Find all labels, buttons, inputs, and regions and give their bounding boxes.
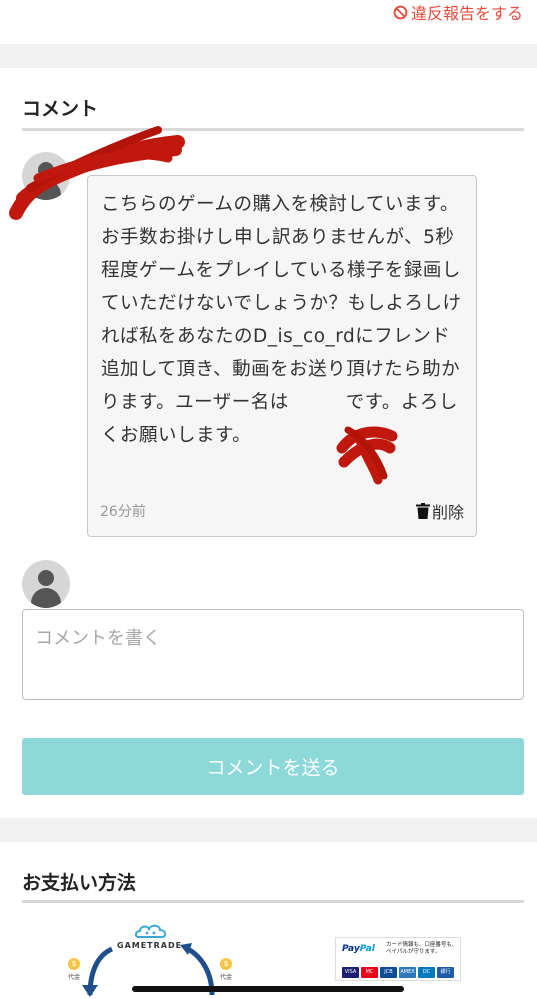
paypal-logo: PayPal <box>342 944 375 954</box>
avatar-head <box>38 570 54 586</box>
report-link-label: 違反報告をする <box>410 4 523 23</box>
report-bar: 違反報告をする <box>0 0 537 44</box>
delete-label: 削除 <box>431 503 464 522</box>
delete-comment-button[interactable]: 削除 <box>415 499 464 523</box>
coin-label: 代金 <box>220 974 233 981</box>
visa-card-icon: VISA <box>342 967 359 978</box>
paypal-brand-2: Pal <box>359 944 375 954</box>
coin-icon: $ <box>68 958 80 970</box>
redaction-scribble-username-inline <box>336 426 398 485</box>
section-gap <box>0 44 537 68</box>
redaction-scribble-username <box>9 126 185 220</box>
jcb-card-icon: JCB <box>380 967 397 978</box>
comment-bubble: こちらのゲームの購入を検討しています。お手数お掛けし申し訳ありませんが、5秒程度… <box>87 175 477 537</box>
current-user-avatar <box>22 560 70 608</box>
diners-card-icon: DC <box>418 967 435 978</box>
trash-icon <box>415 503 430 519</box>
paypal-badge: PayPal カード情報も、口座番号も、ペイパルが守ります。 VISA MC J… <box>335 937 461 981</box>
gametrade-logo-icon <box>134 924 167 938</box>
payment-title: お支払い方法 <box>22 872 137 894</box>
coin-icon: $ <box>220 958 232 970</box>
payment-title-rule <box>22 900 524 903</box>
payment-methods-graphic: GAMETRADE $ 代金 $ 代金 PayPal カード情報も、口座番号も、… <box>0 905 537 999</box>
bank-icon: 銀行 <box>437 967 454 978</box>
paypal-note: カード情報も、口座番号も、ペイパルが守ります。 <box>386 942 458 955</box>
send-comment-button[interactable]: コメントを送る <box>22 738 524 795</box>
amex-card-icon: AMEX <box>399 967 416 978</box>
prohibited-icon <box>393 5 408 19</box>
home-indicator <box>132 986 404 992</box>
comment-input[interactable] <box>22 609 524 700</box>
coin-label: 代金 <box>68 974 81 981</box>
avatar-shoulders <box>31 588 61 608</box>
paypal-brand-1: Pay <box>342 944 360 954</box>
comments-title: コメント <box>22 98 99 120</box>
comment-timestamp: 26分前 <box>100 504 146 520</box>
report-link[interactable]: 違反報告をする <box>393 0 523 24</box>
mastercard-icon: MC <box>361 967 378 978</box>
section-gap <box>0 818 537 842</box>
